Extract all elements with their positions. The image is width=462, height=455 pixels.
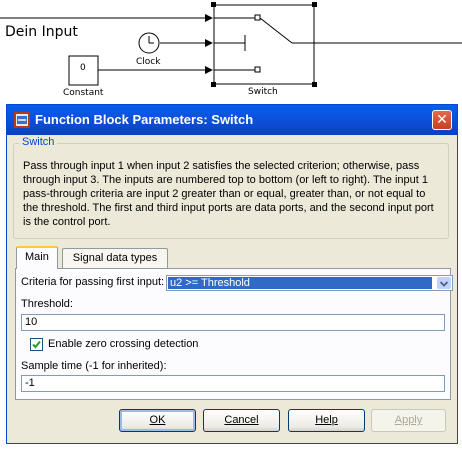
block-parameters-dialog: Function Block Parameters: Switch ✕ Swit… xyxy=(6,104,458,444)
zero-crossing-checkbox[interactable] xyxy=(30,338,43,351)
block-description: Pass through input 1 when input 2 satisf… xyxy=(23,160,434,228)
ok-button[interactable]: OK xyxy=(119,409,196,432)
dialog-title: Function Block Parameters: Switch xyxy=(35,112,254,127)
tab-signal-data-types[interactable]: Signal data types xyxy=(62,248,168,268)
zero-crossing-label[interactable]: Enable zero crossing detection xyxy=(48,338,198,350)
criteria-label: Criteria for passing first input: xyxy=(21,276,165,288)
constant-label: Constant xyxy=(63,88,104,98)
simulink-block-icon xyxy=(14,112,30,128)
constant-value: 0 xyxy=(80,63,86,73)
sample-time-input[interactable]: -1 xyxy=(21,375,445,392)
checkmark-icon xyxy=(32,340,41,349)
ok-button-label: OK xyxy=(149,414,166,426)
clock-label: Clock xyxy=(136,57,161,67)
main-tab-panel: Criteria for passing first input: u2 >= … xyxy=(15,268,453,400)
close-icon: ✕ xyxy=(436,112,448,128)
apply-button: Apply xyxy=(371,409,446,432)
help-button[interactable]: Help xyxy=(288,409,365,432)
help-button-label: Help xyxy=(315,414,338,426)
criteria-selected-value: u2 >= Threshold xyxy=(168,277,432,289)
threshold-input[interactable]: 10 xyxy=(21,314,445,331)
switch-label: Switch xyxy=(248,87,278,97)
apply-button-label: Apply xyxy=(394,414,423,426)
switch-block[interactable] xyxy=(213,4,315,85)
group-title: Switch xyxy=(19,136,58,148)
chevron-down-icon[interactable] xyxy=(437,277,451,289)
cancel-button-label: Cancel xyxy=(224,414,259,426)
criteria-dropdown[interactable]: u2 >= Threshold xyxy=(166,275,453,291)
sample-time-label: Sample time (-1 for inherited): xyxy=(21,360,167,372)
close-button[interactable]: ✕ xyxy=(432,110,452,130)
cancel-button[interactable]: Cancel xyxy=(203,409,280,432)
tab-main[interactable]: Main xyxy=(16,246,58,269)
input-label[interactable]: Dein Input xyxy=(5,24,78,40)
threshold-label: Threshold: xyxy=(21,298,73,310)
block-diagram xyxy=(0,2,462,87)
dialog-titlebar[interactable]: Function Block Parameters: Switch ✕ xyxy=(7,105,457,135)
simulink-canvas: Dein Input Clock 0 Constant Switch xyxy=(0,0,462,100)
